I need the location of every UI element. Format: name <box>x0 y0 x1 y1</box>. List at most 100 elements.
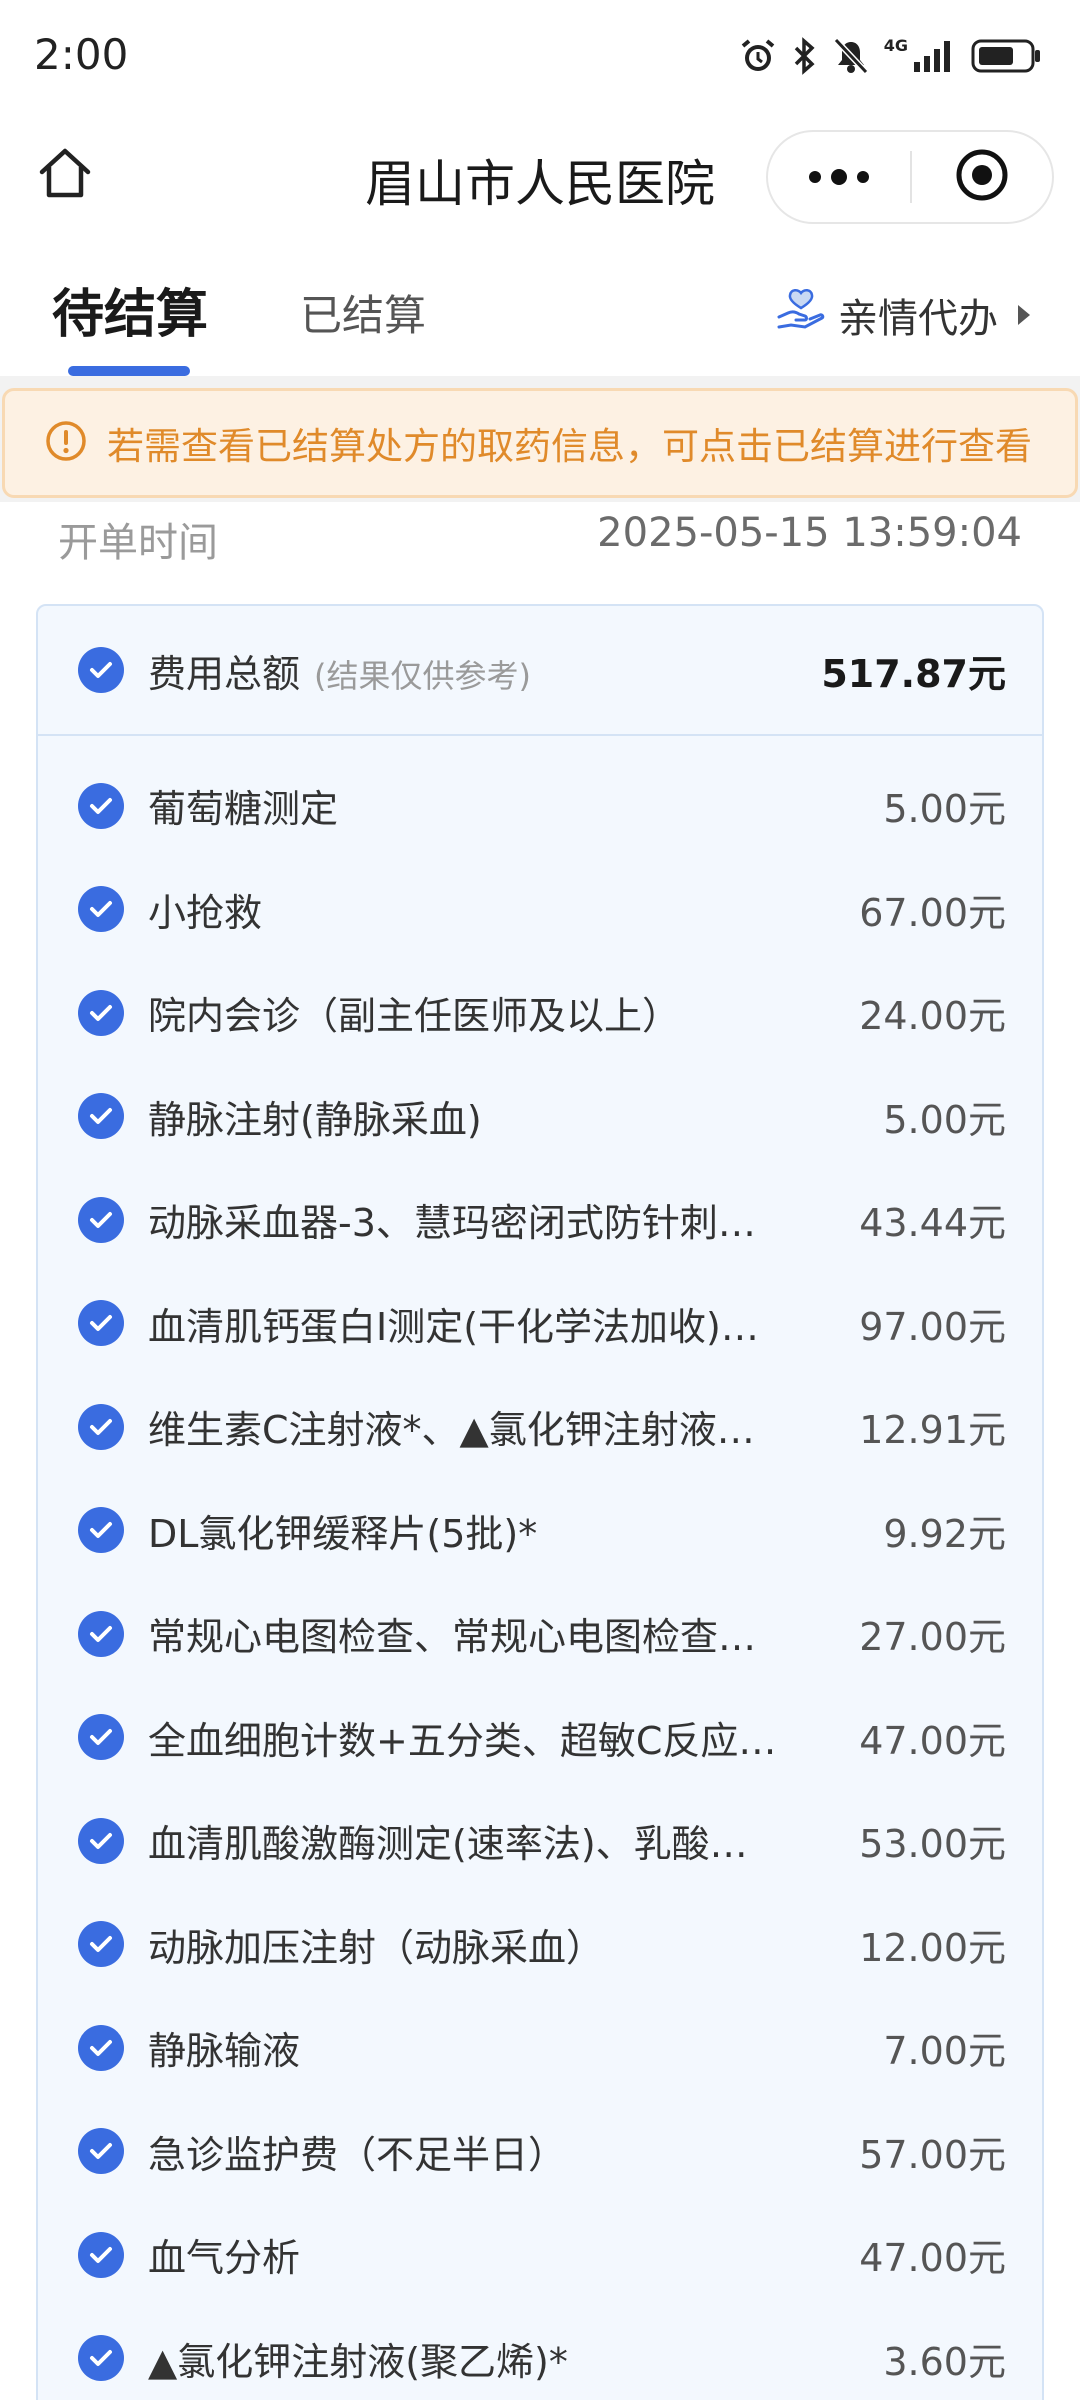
check-icon[interactable] <box>78 1507 124 1554</box>
fee-item-name: 小抢救 <box>148 890 263 935</box>
check-icon[interactable] <box>78 647 124 693</box>
check-icon[interactable] <box>78 886 124 933</box>
check-icon[interactable] <box>78 1921 124 1968</box>
fee-item-name: 急诊监护费（不足半日） <box>148 2132 567 2177</box>
close-target-icon <box>954 147 1010 207</box>
fee-item-name: 动脉加压注射（动脉采血） <box>148 1925 605 1970</box>
fee-item-name: 静脉注射(静脉采血) <box>148 1097 482 1142</box>
mini-program-capsule <box>766 130 1054 224</box>
fee-item-price: 97.00元 <box>859 1304 1006 1349</box>
fee-item-name: 静脉输液 <box>148 2029 301 2074</box>
total-label: 费用总额 (结果仅供参考) <box>148 643 531 698</box>
fee-item-price: 67.00元 <box>859 890 1006 935</box>
fee-item-price: 3.60元 <box>883 2339 1006 2384</box>
check-icon[interactable] <box>78 782 124 829</box>
fee-item-price: 12.91元 <box>859 1408 1006 1453</box>
mute-icon <box>832 36 870 76</box>
fee-item-name: 常规心电图检查、常规心电图检查… <box>148 1615 757 1660</box>
fee-item-price: 53.00元 <box>859 1822 1006 1867</box>
fee-item-row[interactable]: 动脉加压注射（动脉采血） 12.00元 <box>38 1893 1042 1997</box>
total-amount: 517.87元 <box>821 651 1006 696</box>
fee-item-name: ▲氯化钾注射液(聚乙烯)* <box>148 2339 568 2384</box>
check-icon[interactable] <box>78 1714 124 1761</box>
fee-item-price: 27.00元 <box>859 1615 1006 1660</box>
fee-item-row[interactable]: 院内会诊（副主任医师及以上） 24.00元 <box>38 961 1042 1065</box>
check-icon[interactable] <box>78 989 124 1036</box>
check-icon[interactable] <box>78 1196 124 1243</box>
bluetooth-icon <box>792 36 818 76</box>
fee-item-name: 维生素C注射液*、▲氯化钾注射液… <box>148 1408 755 1453</box>
fee-item-price: 7.00元 <box>883 2029 1006 2074</box>
close-button[interactable] <box>912 132 1052 222</box>
status-bar: 2:00 4G <box>0 0 1080 118</box>
check-icon[interactable] <box>78 1403 124 1450</box>
tabs: 待结算 已结算 亲情代办 <box>0 236 1080 376</box>
warning-icon <box>45 420 87 466</box>
check-icon[interactable] <box>78 2231 124 2278</box>
family-proxy-button[interactable]: 亲情代办 <box>776 286 1030 344</box>
check-icon[interactable] <box>78 2335 124 2382</box>
fee-item-row[interactable]: DL氯化钾缓释片(5批)* 9.92元 <box>38 1479 1042 1583</box>
fee-item-row[interactable]: 血气分析 47.00元 <box>38 2203 1042 2307</box>
hand-heart-icon <box>776 287 826 343</box>
fee-item-row[interactable]: 血清肌钙蛋白I测定(干化学法加收)… 97.00元 <box>38 1272 1042 1376</box>
fee-item-name: 血气分析 <box>148 2236 301 2281</box>
status-icons: 4G <box>738 34 1042 78</box>
fee-item-row[interactable]: 急诊监护费（不足半日） 57.00元 <box>38 2100 1042 2204</box>
fee-item-price: 43.44元 <box>859 1201 1006 1246</box>
order-time-label: 开单时间 <box>58 520 218 566</box>
fee-item-price: 57.00元 <box>859 2132 1006 2177</box>
check-icon[interactable] <box>78 1610 124 1657</box>
fee-item-price: 12.00元 <box>859 1925 1006 1970</box>
fee-item-row[interactable]: 常规心电图检查、常规心电图检查… 27.00元 <box>38 1582 1042 1686</box>
fee-item-row[interactable]: 静脉输液 7.00元 <box>38 1996 1042 2100</box>
fee-item-name: 血清肌钙蛋白I测定(干化学法加收)… <box>148 1304 759 1349</box>
tab-pending[interactable]: 待结算 <box>52 272 208 347</box>
fee-item-row[interactable]: ▲氯化钾注射液(聚乙烯)* 3.60元 <box>38 2307 1042 2400</box>
notice-banner: 若需查看已结算处方的取药信息，可点击已结算进行查看 <box>2 388 1078 498</box>
check-icon[interactable] <box>78 1093 124 1140</box>
fee-item-row[interactable]: 葡萄糖测定 5.00元 <box>38 754 1042 858</box>
fee-item-price: 9.92元 <box>883 1511 1006 1556</box>
title-bar: 眉山市人民医院 <box>0 118 1080 236</box>
tab-indicator <box>68 366 190 376</box>
status-time: 2:00 <box>34 30 129 79</box>
fee-item-row[interactable]: 全血细胞计数+五分类、超敏C反应… 47.00元 <box>38 1686 1042 1790</box>
fee-item-row[interactable]: 静脉注射(静脉采血) 5.00元 <box>38 1065 1042 1169</box>
fee-item-name: 葡萄糖测定 <box>148 787 339 832</box>
fee-item-name: 血清肌酸激酶测定(速率法)、乳酸… <box>148 1822 748 1867</box>
check-icon[interactable] <box>78 2024 124 2071</box>
notice-text: 若需查看已结算处方的取药信息，可点击已结算进行查看 <box>107 425 1032 468</box>
check-icon[interactable] <box>78 1300 124 1347</box>
total-row[interactable]: 费用总额 (结果仅供参考) 517.87元 <box>38 606 1042 736</box>
fee-card: 费用总额 (结果仅供参考) 517.87元 葡萄糖测定 5.00元 小抢救 67.00元… <box>36 604 1044 2400</box>
signal-icon: 4G <box>884 38 956 74</box>
fee-item-name: DL氯化钾缓释片(5批)* <box>148 1511 538 1556</box>
order-time-value: 2025-05-15 13:59:04 <box>597 510 1022 556</box>
fee-item-price: 47.00元 <box>859 1718 1006 1763</box>
fee-item-row[interactable]: 血清肌酸激酶测定(速率法)、乳酸… 53.00元 <box>38 1789 1042 1893</box>
tab-settled[interactable]: 已结算 <box>300 282 426 343</box>
battery-icon <box>970 36 1042 76</box>
triangle-right-icon <box>1018 305 1030 325</box>
fee-item-row[interactable]: 维生素C注射液*、▲氯化钾注射液… 12.91元 <box>38 1375 1042 1479</box>
fee-item-price: 24.00元 <box>859 994 1006 1039</box>
notice-area: 若需查看已结算处方的取药信息，可点击已结算进行查看 <box>0 376 1080 502</box>
fee-item-row[interactable]: 小抢救 67.00元 <box>38 858 1042 962</box>
fee-item-price: 47.00元 <box>859 2236 1006 2281</box>
fee-item-price: 5.00元 <box>883 1097 1006 1142</box>
fee-item-list: 葡萄糖测定 5.00元 小抢救 67.00元 院内会诊（副主任医师及以上） 24.00元静… <box>38 736 1042 2400</box>
total-note: (结果仅供参考) <box>314 656 531 695</box>
fee-item-name: 全血细胞计数+五分类、超敏C反应… <box>148 1718 777 1763</box>
more-button[interactable] <box>768 132 910 222</box>
fee-item-name: 院内会诊（副主任医师及以上） <box>148 994 681 1039</box>
fee-item-name: 动脉采血器-3、慧玛密闭式防针刺… <box>148 1201 756 1246</box>
order-time-row: 开单时间 2025-05-15 13:59:04 <box>0 502 1080 602</box>
total-label-text: 费用总额 <box>148 651 301 696</box>
check-icon[interactable] <box>78 2128 124 2175</box>
fee-item-price: 5.00元 <box>883 787 1006 832</box>
check-icon[interactable] <box>78 1817 124 1864</box>
family-proxy-label: 亲情代办 <box>838 296 998 342</box>
network-label: 4G <box>883 36 908 55</box>
fee-item-row[interactable]: 动脉采血器-3、慧玛密闭式防针刺… 43.44元 <box>38 1168 1042 1272</box>
